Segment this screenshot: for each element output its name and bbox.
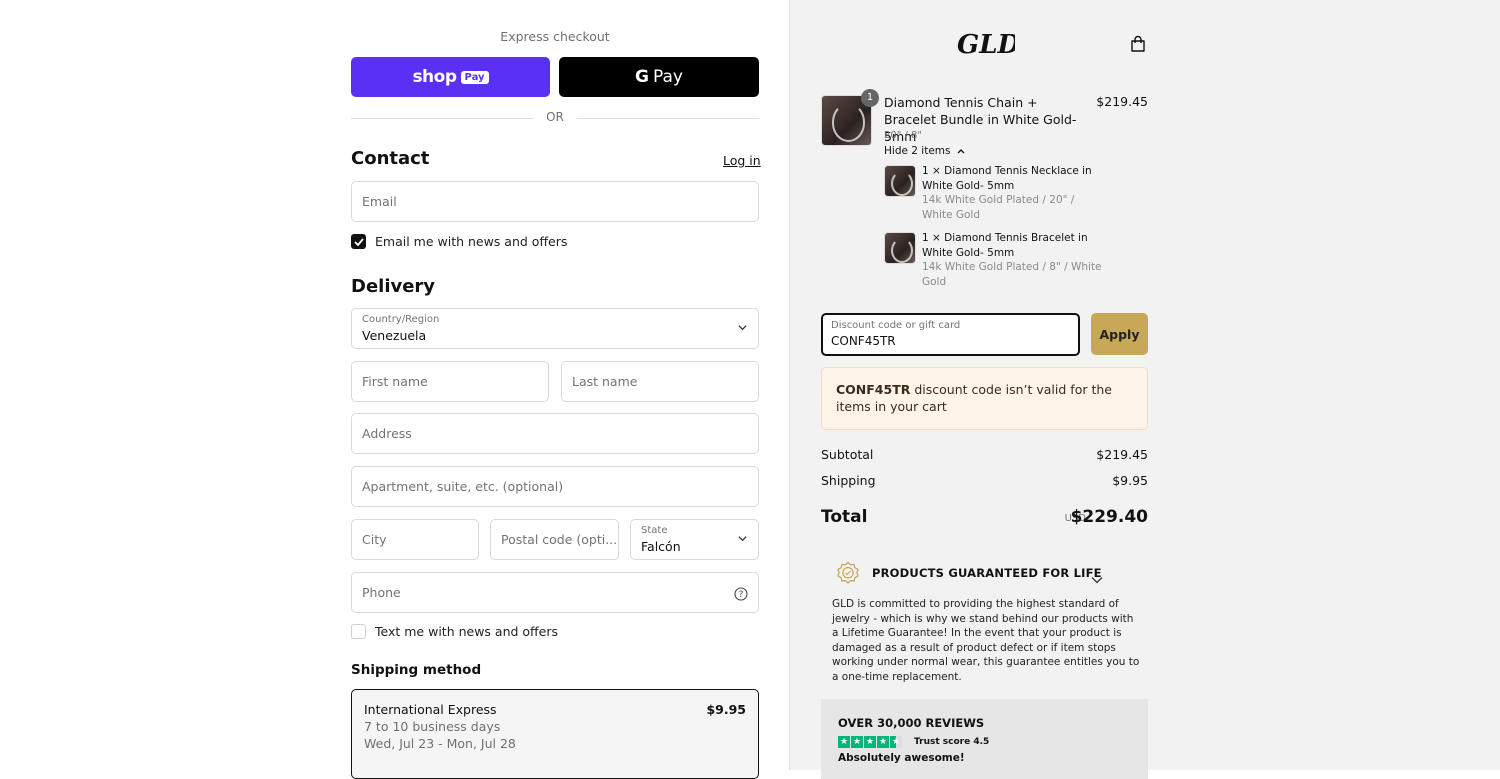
- subtotal-value: $219.45: [1096, 447, 1148, 462]
- last-name-placeholder: Last name: [572, 374, 638, 389]
- express-checkout-title: Express checkout: [500, 29, 610, 44]
- email-placeholder: Email: [362, 194, 397, 209]
- product-price: $219.45: [1096, 94, 1148, 109]
- guarantee-title[interactable]: PRODUCTS GUARANTEED FOR LIFE: [872, 566, 1102, 580]
- contact-heading: Contact: [351, 148, 430, 169]
- email-newsletter-checkbox-row[interactable]: Email me with news and offers: [351, 234, 567, 249]
- address-placeholder: Address: [362, 426, 412, 441]
- guarantee-text: GLD is committed to providing the highes…: [832, 598, 1140, 683]
- google-pay-button[interactable]: G Pay: [559, 57, 759, 97]
- city-field[interactable]: City: [351, 519, 479, 560]
- apartment-field[interactable]: Apartment, suite, etc. (optional): [351, 466, 759, 507]
- apartment-placeholder: Apartment, suite, etc. (optional): [362, 479, 564, 494]
- sub-item-variant: 14k White Gold Plated / 20" / White Gold: [922, 194, 1075, 221]
- email-newsletter-label: Email me with news and offers: [375, 234, 568, 249]
- last-name-field[interactable]: Last name: [561, 361, 759, 402]
- shipping-option-international-express[interactable]: International Express 7 to 10 business d…: [351, 689, 759, 779]
- sub-item-thumbnail: [884, 232, 916, 264]
- or-label: OR: [546, 110, 564, 124]
- state-select[interactable]: State Falcón: [630, 519, 759, 560]
- sub-item-name: 1 × Diamond Tennis Necklace in White Gol…: [922, 165, 1092, 192]
- gld-logo[interactable]: GLD: [955, 26, 1020, 60]
- quantity-badge: 1: [861, 89, 879, 107]
- total-value: $229.40: [1070, 507, 1148, 527]
- email-field[interactable]: Email: [351, 181, 759, 222]
- delivery-heading: Delivery: [351, 276, 436, 297]
- country-label: Country/Region: [362, 314, 440, 325]
- or-divider: OR: [351, 110, 759, 126]
- chevron-down-icon: [738, 534, 747, 542]
- email-newsletter-checkbox[interactable]: [351, 234, 366, 249]
- state-label: State: [641, 525, 668, 536]
- hide-items-toggle[interactable]: Hide 2 items: [884, 145, 965, 157]
- shop-pay-chip: Pay: [460, 70, 489, 84]
- shopping-bag-icon[interactable]: [1129, 35, 1147, 53]
- shipping-method-days: 7 to 10 business days: [364, 719, 501, 734]
- trust-score: Trust score 4.5: [914, 737, 990, 747]
- chevron-down-icon: [738, 323, 747, 331]
- apply-discount-button[interactable]: Apply: [1091, 313, 1148, 355]
- reviews-tagline: Absolutely awesome!: [838, 752, 965, 764]
- star-half-icon: ★: [890, 736, 902, 748]
- google-g-icon: G: [635, 67, 649, 87]
- sms-newsletter-checkbox[interactable]: [351, 624, 366, 639]
- checkmark-icon: [353, 237, 364, 246]
- first-name-field[interactable]: First name: [351, 361, 549, 402]
- star-icon: ★: [838, 736, 850, 748]
- hide-items-label: Hide 2 items: [884, 145, 951, 157]
- trustpilot-stars: ★ ★ ★ ★ ★: [838, 736, 903, 748]
- subtotal-row: Subtotal $219.45: [821, 447, 1148, 462]
- country-value: Venezuela: [362, 328, 427, 343]
- chevron-down-icon[interactable]: [1091, 569, 1103, 588]
- shipping-method-dates: Wed, Jul 23 - Mon, Jul 28: [364, 736, 516, 751]
- chevron-up-icon: [957, 149, 965, 154]
- discount-code-field[interactable]: Discount code or gift card CONF45TR: [821, 313, 1080, 356]
- first-name-placeholder: First name: [362, 374, 428, 389]
- sms-newsletter-label: Text me with news and offers: [375, 624, 559, 639]
- logo-text: GLD: [957, 30, 1015, 60]
- total-label: Total: [821, 507, 868, 527]
- discount-error-code: CONF45TR: [836, 382, 911, 397]
- shipping-method-name: International Express: [364, 702, 497, 717]
- phone-field[interactable]: Phone ?: [351, 572, 759, 613]
- product-variant: 20" / 8": [884, 130, 923, 141]
- star-icon: ★: [864, 736, 876, 748]
- discount-error-message: CONF45TR discount code isn’t valid for t…: [821, 367, 1148, 430]
- postal-code-placeholder: Postal code (opti...: [501, 532, 618, 547]
- sub-item-variant: 14k White Gold Plated / 8" / White Gold: [922, 261, 1102, 288]
- shipping-value: $9.95: [1112, 473, 1148, 488]
- login-link[interactable]: Log in: [723, 153, 761, 168]
- sub-item-thumbnail: [884, 165, 916, 197]
- sub-item-name: 1 × Diamond Tennis Bracelet in White Gol…: [922, 232, 1088, 259]
- shipping-label: Shipping: [821, 473, 876, 488]
- city-placeholder: City: [362, 532, 387, 547]
- help-circle-icon[interactable]: ?: [734, 586, 748, 605]
- shipping-method-heading: Shipping method: [351, 662, 482, 678]
- reviews-title: OVER 30,000 REVIEWS: [838, 716, 985, 730]
- discount-code-label: Discount code or gift card: [831, 320, 961, 331]
- badge-check-icon: [836, 561, 860, 585]
- discount-code-value: CONF45TR: [831, 334, 896, 348]
- shop-pay-button[interactable]: shop Pay: [351, 57, 550, 97]
- subtotal-label: Subtotal: [821, 447, 874, 462]
- star-icon: ★: [877, 736, 889, 748]
- svg-text:?: ?: [739, 590, 744, 600]
- star-icon: ★: [851, 736, 863, 748]
- phone-placeholder: Phone: [362, 585, 401, 600]
- postal-code-field[interactable]: Postal code (opti...: [490, 519, 619, 560]
- country-select[interactable]: Country/Region Venezuela: [351, 308, 759, 349]
- shipping-method-price: $9.95: [706, 702, 746, 717]
- google-pay-word: Pay: [653, 67, 683, 87]
- shipping-row: Shipping $9.95: [821, 473, 1148, 488]
- sms-newsletter-checkbox-row[interactable]: Text me with news and offers: [351, 624, 558, 639]
- total-row: Total USD $229.40: [821, 507, 1148, 527]
- shop-pay-word: shop: [412, 67, 457, 87]
- address-field[interactable]: Address: [351, 413, 759, 454]
- state-value: Falcón: [641, 539, 681, 554]
